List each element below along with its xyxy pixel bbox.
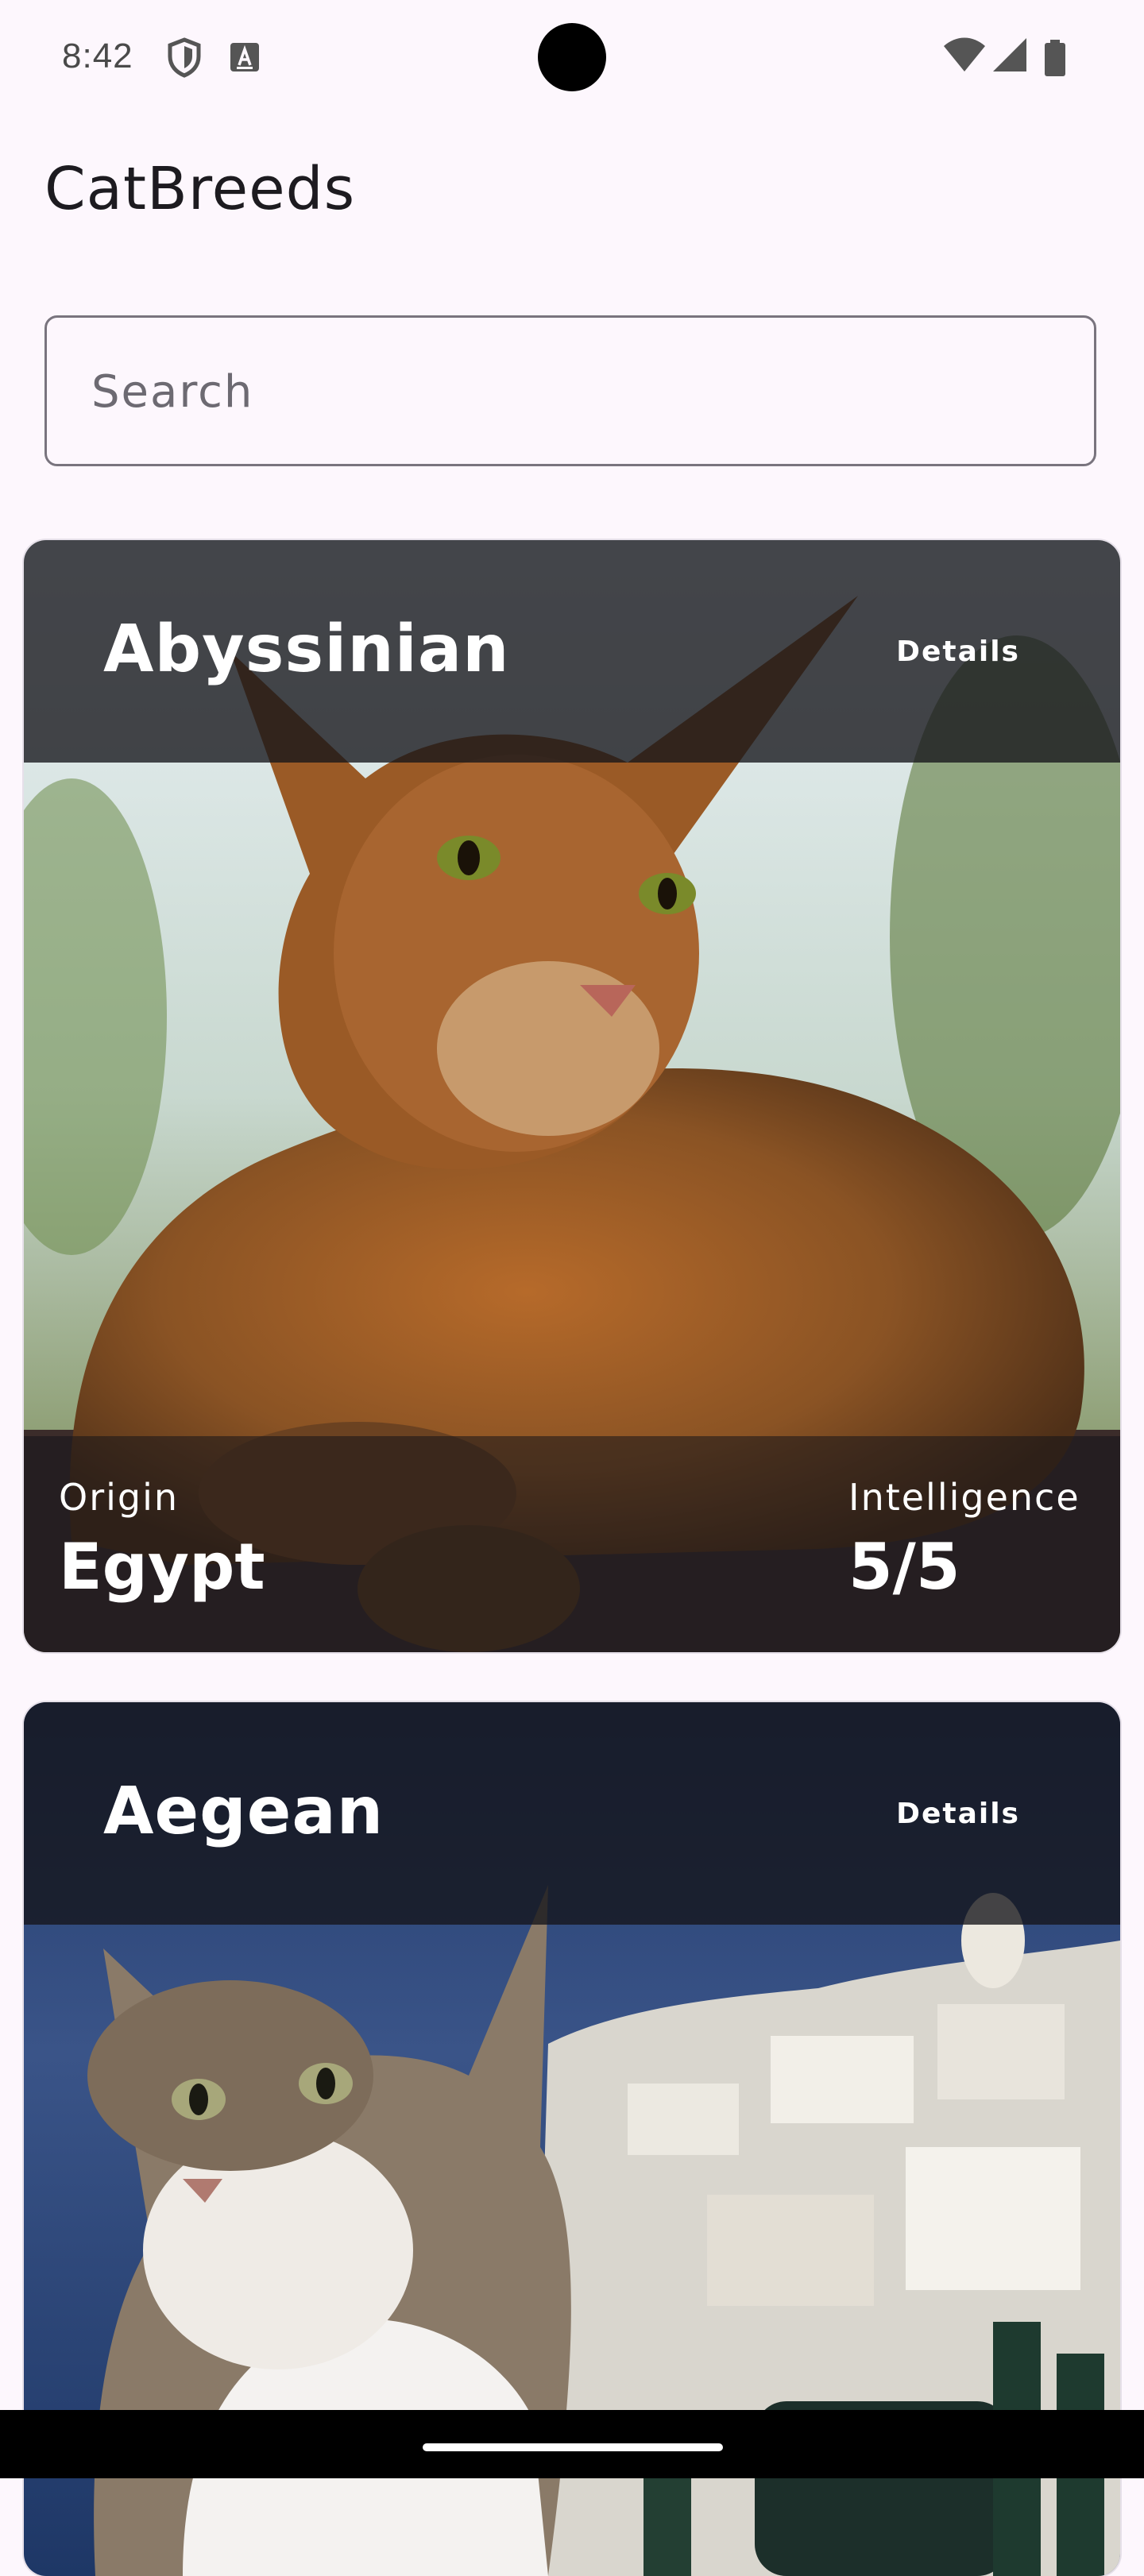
breed-name: Aegean: [103, 1774, 385, 1849]
card-header: Abyssinian Details: [24, 540, 1120, 763]
origin-value: Egypt: [59, 1530, 265, 1604]
status-bar: 8:42: [0, 0, 1144, 111]
keyboard-a-icon: [229, 41, 267, 83]
breed-card[interactable]: Abyssinian Details Origin Egypt Intellig…: [24, 540, 1120, 1652]
intelligence-label: Intelligence: [848, 1476, 1080, 1519]
home-gesture-handle[interactable]: [423, 2443, 723, 2451]
breed-name: Abyssinian: [103, 612, 510, 687]
shield-icon: [165, 37, 203, 78]
system-navigation-bar: [0, 2410, 1144, 2478]
status-time: 8:42: [62, 37, 133, 75]
intelligence-value: 5/5: [848, 1530, 960, 1604]
search-field[interactable]: [44, 315, 1096, 466]
card-header: Aegean Details: [24, 1702, 1120, 1925]
camera-cutout: [538, 23, 606, 91]
origin-label: Origin: [59, 1476, 180, 1519]
app-title: CatBreeds: [44, 155, 356, 223]
details-button[interactable]: Details: [896, 635, 1020, 668]
search-input[interactable]: [90, 318, 1046, 465]
details-button[interactable]: Details: [896, 1798, 1020, 1830]
cellular-signal-icon: [991, 37, 1028, 76]
card-footer: Origin Egypt Intelligence 5/5: [24, 1436, 1120, 1652]
battery-icon: [1044, 40, 1066, 79]
wifi-icon: [942, 37, 987, 76]
